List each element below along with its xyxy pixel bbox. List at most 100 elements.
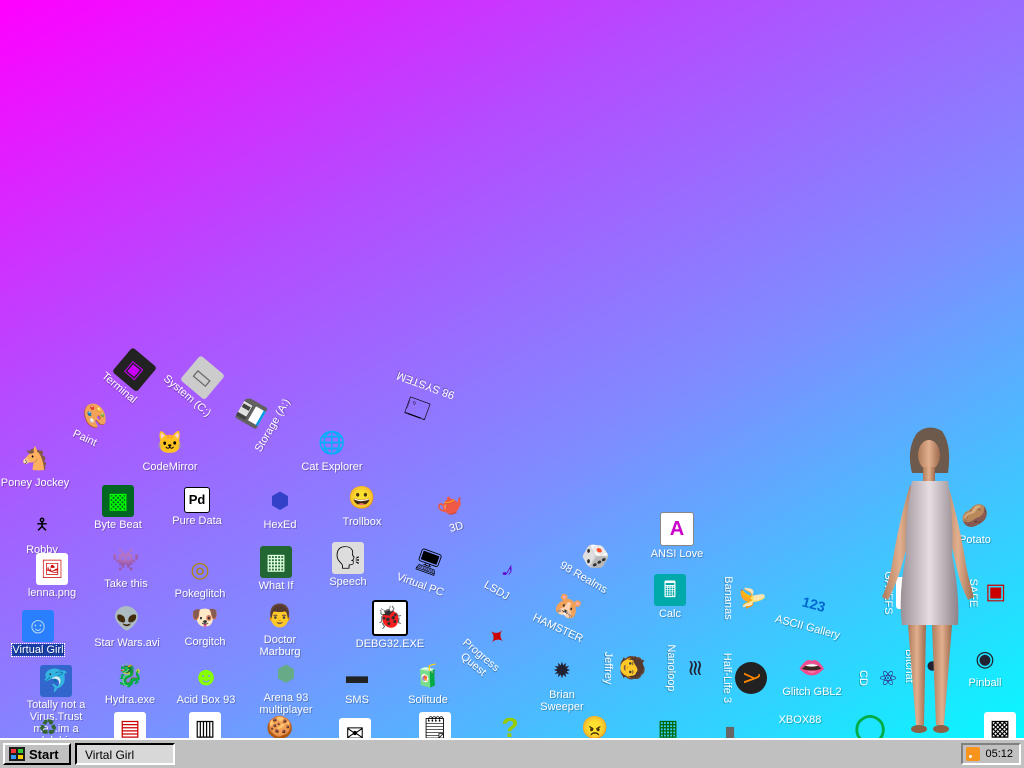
duke-face-icon: 😠 xyxy=(581,715,609,738)
pokeglitch-icon: ◎ xyxy=(190,557,210,582)
desktop-icon-xbox88[interactable]: XBOX88 xyxy=(765,712,835,726)
desktop-icon-98-system[interactable]: 🗔 98 SYSTEM xyxy=(379,367,461,434)
desktop-icon-brian-sweeper[interactable]: ✹ Brian Sweeper xyxy=(527,655,597,713)
desktop-icon-fontbook[interactable]: ▥ xyxy=(170,712,240,738)
icon-label: CodeMirror xyxy=(142,461,198,473)
start-button[interactable]: Start xyxy=(3,743,71,765)
desktop-icon-robby[interactable]: 🯅 Robby xyxy=(7,510,77,556)
calendar-icon: ▦ xyxy=(657,715,679,738)
desktop-icon-calc[interactable]: 🖩 Calc xyxy=(635,574,705,620)
desktop-icon-mail[interactable]: ✉ xyxy=(320,718,390,738)
icon-label: XBOX88 xyxy=(778,714,822,726)
desktop-icon-pocket[interactable]: ▮ xyxy=(695,718,765,738)
mine-sweeper-icon: ✹ xyxy=(552,658,572,683)
desktop-icon-cookie[interactable]: 🍪 xyxy=(245,712,315,738)
desktop-icon-speech[interactable]: 🗣 Speech xyxy=(313,542,383,588)
desktop-icon-nanoloop[interactable]: ≋ Nanoloop xyxy=(665,633,711,703)
arena-cube-icon: ⬢ xyxy=(276,661,296,686)
rss-icon[interactable] xyxy=(966,747,981,761)
icon-label: HexEd xyxy=(263,519,297,531)
taskbar-window-button[interactable]: Virtal Girl xyxy=(75,743,175,765)
desktop-icon-ansi-love[interactable]: A ANSI Love xyxy=(642,512,712,560)
byte-beat-icon: ▩ xyxy=(102,485,134,517)
desktop-icon-defrag[interactable]: ▤ xyxy=(95,712,165,738)
pocket-icon: ▮ xyxy=(723,721,737,738)
desktop-icon-hexed[interactable]: ⬢ HexEd xyxy=(245,485,315,531)
icon-label: Calc xyxy=(658,608,681,620)
icon-label: Glitch GBL2 xyxy=(782,686,842,698)
desktop-icon-glitch-gbl2[interactable]: 👄 Glitch GBL2 xyxy=(777,652,847,698)
icon-label: What If xyxy=(258,580,294,592)
icon-label: Speech xyxy=(329,576,367,588)
desktop-icon-star-wars[interactable]: 👽 Star Wars.avi xyxy=(92,603,162,649)
desktop-icon-solitude[interactable]: 🧃 Solitude xyxy=(393,660,463,706)
desktop-icon-cat-explorer[interactable]: 🌐 Cat Explorer xyxy=(297,427,367,473)
desktop-icon-virtual-pc[interactable]: 🖥 Virtual PC xyxy=(385,535,467,602)
debugger-icon: 🐞 xyxy=(372,600,408,636)
ansi-letter-icon: A xyxy=(660,512,694,546)
icon-label: Doctor Marburg xyxy=(259,634,301,658)
banana-icon: 🍌 xyxy=(740,584,765,612)
desktop-icon-codemirror[interactable]: 🐱 CodeMirror xyxy=(135,427,205,473)
calculator-icon: 🖩 xyxy=(654,574,686,606)
desktop-icon-notepad[interactable]: 🗒 xyxy=(400,712,470,738)
desktop-icon-poney-jockey[interactable]: 🐴 Poney Jockey xyxy=(0,443,70,489)
corgi-icon: 🐶 xyxy=(191,605,219,630)
nanoloop-icon: ≋ xyxy=(683,658,708,678)
desktop-icon-recycle[interactable]: ♻ xyxy=(13,712,83,738)
desktop-icon-hydra[interactable]: 🐉 Hydra.exe xyxy=(95,660,165,706)
icon-label: Pure Data xyxy=(172,515,222,527)
icon-label: SMS xyxy=(345,694,369,706)
icon-label: Take this xyxy=(104,578,148,590)
desktop-icon-duke[interactable]: 😠 xyxy=(560,712,630,738)
desktop-icon-take-this[interactable]: 👾 Take this xyxy=(91,544,161,590)
desktop-icon-system-c[interactable]: ▭ System (C:) xyxy=(156,343,239,423)
desktop-icon-what-if[interactable]: ▦ What If xyxy=(241,546,311,592)
taskbar: Start Virtal Girl 05:12 xyxy=(0,738,1024,768)
cookie-icon: 🍪 xyxy=(266,715,294,738)
jeffrey-icon: 🧑 xyxy=(620,654,645,682)
lips-icon: 👄 xyxy=(798,655,826,680)
desktop-icon-half-life-3[interactable]: λ Half-Life 3 xyxy=(721,643,767,713)
desktop-icon-byte-beat[interactable]: ▩ Byte Beat xyxy=(83,485,153,531)
half-life-icon: λ xyxy=(735,662,767,694)
hydra-icon: 🐉 xyxy=(116,663,144,688)
desktop-icon-jeffrey[interactable]: 🧑 Jeffrey xyxy=(602,633,648,703)
hex-editor-icon: ⬢ xyxy=(270,488,290,513)
desktop-icon-question[interactable]: ? xyxy=(475,712,545,738)
desktop-icon-ascii-gallery[interactable]: 123 ASCII Gallery xyxy=(772,580,852,643)
icon-label: Star Wars.avi xyxy=(94,637,160,649)
desktop-icon-acid-box[interactable]: ☻ Acid Box 93 xyxy=(171,660,241,706)
desktop-icon-corgitch[interactable]: 🐶 Corgitch xyxy=(170,602,240,648)
desktop-icon-trollbox[interactable]: 😀 Trollbox xyxy=(327,482,397,528)
speech-face-icon: 🗣 xyxy=(332,542,364,574)
desktop-icon-lenna[interactable]: 🖼 lenna.png xyxy=(17,553,87,599)
mail-icon: ✉ xyxy=(339,718,371,738)
icon-label: Bananas xyxy=(722,576,734,620)
recycle-bin-icon: ♻ xyxy=(38,715,58,738)
desktop-icon-pure-data[interactable]: Pd Pure Data xyxy=(162,487,232,527)
desktop-icon-arena-93[interactable]: ⬢ Arena 93 multiplayer xyxy=(251,658,321,716)
desktop-icon-pokeglitch[interactable]: ◎ Pokeglitch xyxy=(165,554,235,600)
icon-label: Hydra.exe xyxy=(104,694,156,706)
start-label: Start xyxy=(29,746,59,762)
what-if-icon: ▦ xyxy=(260,546,292,578)
desktop: ▣ Terminal ▭ System (C:) 🎨 Paint 💾 Stora… xyxy=(0,0,1024,738)
question-mark-icon: ? xyxy=(501,712,519,738)
desktop-icon-virtual-girl[interactable]: ☺ Virtual Girl xyxy=(3,610,73,657)
virtual-girl-figure[interactable] xyxy=(862,425,990,738)
desktop-icon-debg32[interactable]: 🐞 DEBG32.EXE xyxy=(355,600,425,650)
icon-label: ANSI Love xyxy=(650,548,704,560)
notepad-icon: 🗒 xyxy=(419,712,451,738)
stick-figure-icon: 🯅 xyxy=(34,517,50,534)
desktop-icon-doctor-marburg[interactable]: 👨 Doctor Marburg xyxy=(245,600,315,658)
clock: 05:12 xyxy=(985,748,1013,760)
icon-label: Brian Sweeper xyxy=(540,689,584,713)
desktop-icon-sms[interactable]: ▬ SMS xyxy=(322,660,392,706)
solitude-icon: 🧃 xyxy=(414,663,442,688)
desktop-icon-3d[interactable]: 🫖 3D xyxy=(412,480,492,543)
desktop-icon-bananas[interactable]: 🍌 Bananas xyxy=(722,563,768,633)
desktop-icon-calendar[interactable]: ▦ xyxy=(633,712,703,738)
pony-icon: 🐴 xyxy=(21,446,49,471)
icon-label: DEBG32.EXE xyxy=(355,638,425,650)
